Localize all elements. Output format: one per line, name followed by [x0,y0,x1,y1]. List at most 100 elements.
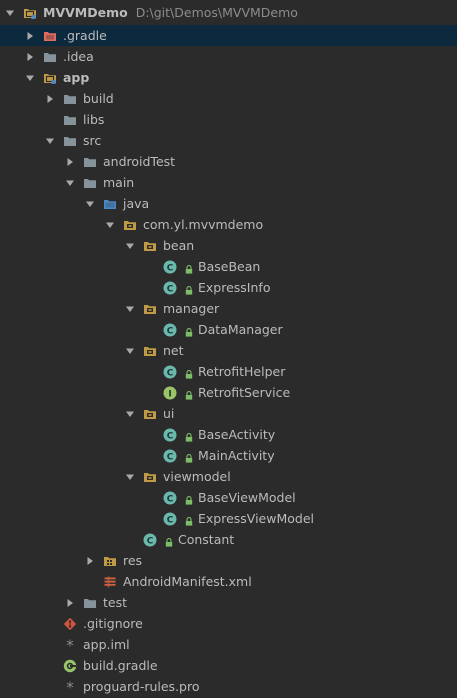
tree-item-label: MainActivity [198,448,275,463]
collapsed-arrow-icon[interactable] [45,94,55,104]
class-icon: C [163,512,177,526]
expanded-arrow-icon[interactable] [85,199,95,209]
tree-item-com-yl-mvvmdemo[interactable]: com.yl.mvvmdemo [0,214,457,235]
lock-icon [185,514,193,526]
package-icon [143,344,157,358]
tree-item-app[interactable]: app [0,67,457,88]
tree-item-androidtest[interactable]: androidTest [0,151,457,172]
tree-item-libs[interactable]: libs [0,109,457,130]
git-icon [63,617,77,631]
tree-item-constant[interactable]: C Constant [0,529,457,550]
class-icon: C [163,428,177,442]
class-icon: C [163,281,177,295]
package-icon [143,407,157,421]
tree-item-label: .gradle [63,28,107,43]
tree-item-label: src [83,133,102,148]
package-icon [143,302,157,316]
expanded-arrow-icon[interactable] [65,178,75,188]
tree-item-label: bean [163,238,195,253]
svg-text:C: C [167,263,174,273]
tree-item-manager[interactable]: manager [0,298,457,319]
collapsed-arrow-icon[interactable] [25,52,35,62]
tree-item-label: test [103,595,128,610]
class-icon: C [143,533,157,547]
svg-text:C: C [167,452,174,462]
tree-item-build[interactable]: build [0,88,457,109]
tree-item-label: net [163,343,184,358]
resource-folder-icon [103,554,117,568]
lock-icon [185,451,193,463]
tree-item-retrofithelper[interactable]: C RetrofitHelper [0,361,457,382]
tree-item-test[interactable]: test [0,592,457,613]
folder-icon [63,113,77,127]
tree-item-label: viewmodel [163,469,231,484]
expanded-arrow-icon[interactable] [125,409,135,419]
text-file-icon: * [63,678,77,696]
tree-item-ui[interactable]: ui [0,403,457,424]
tree-item-build-gradle[interactable]: build.gradle [0,655,457,676]
tree-item-gitignore[interactable]: .gitignore [0,613,457,634]
tree-item-label: com.yl.mvvmdemo [143,217,264,232]
tree-item-label: ExpressViewModel [198,511,315,526]
folder-icon [43,50,57,64]
class-icon: C [163,260,177,274]
tree-item-mvvmdemo[interactable]: MVVMDemo D:\git\Demos\MVVMDemo [0,0,457,25]
tree-item-expressviewmodel[interactable]: C ExpressViewModel [0,508,457,529]
svg-text:C: C [167,284,174,294]
expanded-arrow-icon[interactable] [45,136,55,146]
tree-item-label: androidTest [103,154,176,169]
collapsed-arrow-icon[interactable] [85,556,95,566]
lock-icon [185,493,193,505]
collapsed-arrow-icon[interactable] [65,598,75,608]
tree-item-main[interactable]: main [0,172,457,193]
folder-icon [63,92,77,106]
lock-icon [185,325,193,337]
class-icon: C [163,365,177,379]
expanded-arrow-icon[interactable] [105,220,115,230]
lock-icon [185,262,193,274]
tree-item-baseviewmodel[interactable]: C BaseViewModel [0,487,457,508]
lock-icon [165,535,173,547]
tree-item-retrofitservice[interactable]: I RetrofitService [0,382,457,403]
tree-item-bean[interactable]: bean [0,235,457,256]
lock-icon [185,367,193,379]
svg-text:I: I [168,389,171,399]
tree-item-basebean[interactable]: C BaseBean [0,256,457,277]
tree-item-java[interactable]: java [0,193,457,214]
tree-item-res[interactable]: res [0,550,457,571]
svg-text:C: C [167,494,174,504]
expanded-arrow-icon[interactable] [125,241,135,251]
tree-item-label: RetrofitService [198,385,291,400]
gradle-icon [63,659,77,673]
tree-item-app-iml[interactable]: * app.iml [0,634,457,655]
expanded-arrow-icon[interactable] [125,304,135,314]
tree-item-net[interactable]: net [0,340,457,361]
tree-item-baseactivity[interactable]: C BaseActivity [0,424,457,445]
tree-item-gradle[interactable]: .gradle [0,25,457,46]
folder-icon [83,155,97,169]
expanded-arrow-icon[interactable] [25,73,35,83]
tree-item-label: RetrofitHelper [198,364,286,379]
lock-icon [185,283,193,295]
tree-item-label: DataManager [198,322,283,337]
project-path: D:\git\Demos\MVVMDemo [135,5,298,20]
expanded-arrow-icon[interactable] [125,346,135,356]
collapsed-arrow-icon[interactable] [65,157,75,167]
lock-icon [185,430,193,442]
tree-item-viewmodel[interactable]: viewmodel [0,466,457,487]
collapsed-arrow-icon[interactable] [25,31,35,41]
tree-item-label: build [83,91,114,106]
tree-item-idea[interactable]: .idea [0,46,457,67]
tree-item-proguard-rules-pro[interactable]: * proguard-rules.pro [0,676,457,697]
tree-item-datamanager[interactable]: C DataManager [0,319,457,340]
tree-item-androidmanifest-xml[interactable]: AndroidManifest.xml [0,571,457,592]
svg-text:*: * [66,680,74,694]
expanded-arrow-icon[interactable] [5,8,15,18]
expanded-arrow-icon[interactable] [125,472,135,482]
tree-item-label: ui [163,406,175,421]
class-icon: C [163,323,177,337]
tree-item-mainactivity[interactable]: C MainActivity [0,445,457,466]
tree-item-expressinfo[interactable]: C ExpressInfo [0,277,457,298]
tree-item-src[interactable]: src [0,130,457,151]
tree-item-label: manager [163,301,220,316]
